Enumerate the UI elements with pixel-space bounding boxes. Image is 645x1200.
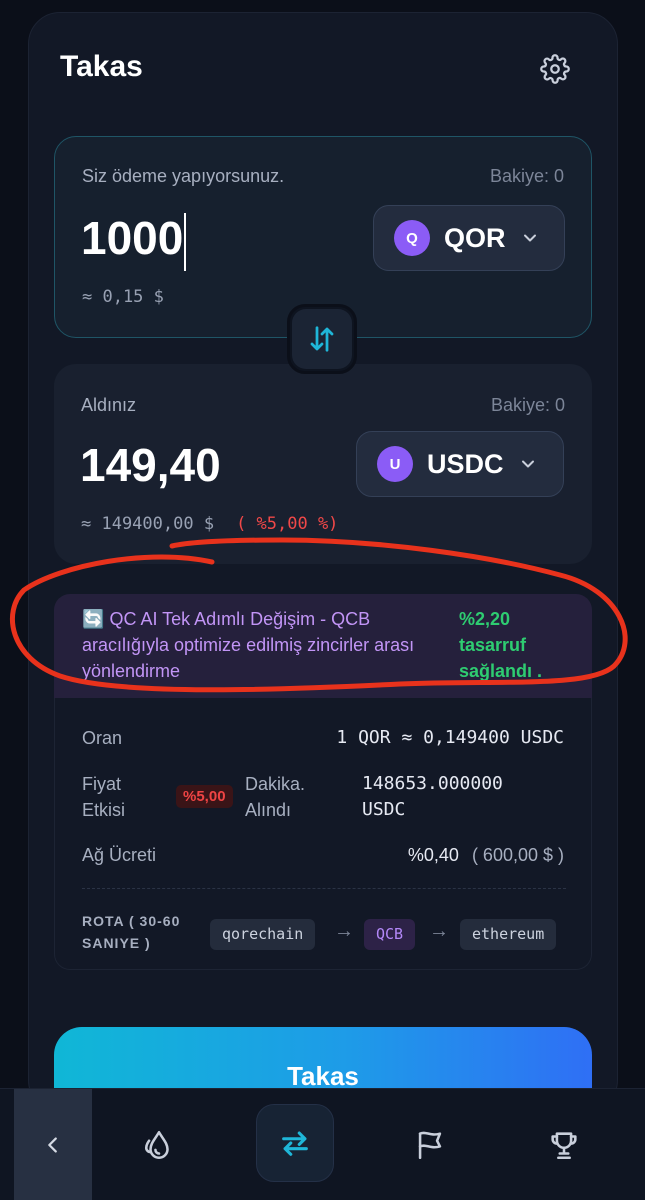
- pay-usd-value: ≈ 0,15 $: [82, 287, 164, 307]
- back-icon: [48, 1137, 57, 1153]
- settings-button[interactable]: [536, 50, 574, 88]
- nav-liquidity[interactable]: [124, 1089, 194, 1200]
- network-fee-label: Ağ Ücreti: [82, 845, 157, 865]
- ai-route-text: QC AI Tek Adımlı Değişim - QCB aracılığı…: [82, 609, 415, 681]
- min-received-label: Dakika. Alındı: [245, 771, 305, 823]
- route-arrow-2: →: [429, 920, 449, 942]
- nav-back-button[interactable]: [14, 1089, 92, 1200]
- details-divider: [82, 888, 566, 889]
- route-label-line2: SANIYE ): [82, 935, 151, 951]
- receive-label: Aldınız: [81, 395, 137, 415]
- usdc-token-icon: U: [377, 446, 413, 482]
- flag-icon: [418, 1131, 442, 1160]
- pay-token-symbol: QOR: [444, 222, 506, 253]
- price-impact-label: Fiyat Etkisi: [82, 771, 125, 823]
- pay-amount-value: 1000: [81, 212, 184, 264]
- text-caret: [184, 212, 187, 271]
- chevron-down-icon: [523, 234, 536, 242]
- network-fee-percent: %0,40: [407, 845, 459, 865]
- swap-vertical-icon: [310, 326, 334, 352]
- route-chip-qorechain: qorechain: [210, 919, 316, 950]
- min-received-value: 148653.000000 USDC: [362, 771, 503, 823]
- switch-tokens-button[interactable]: [287, 304, 357, 374]
- nav-flag[interactable]: [395, 1089, 465, 1200]
- network-fee-value: %0,40 ( 600,00 $ ): [408, 842, 564, 868]
- nav-swap[interactable]: [256, 1104, 334, 1182]
- receive-usd-row: ≈ 149400,00 $ ( %5,00 %): [81, 514, 338, 534]
- route-arrow-1: →: [334, 920, 354, 942]
- nav-trophy[interactable]: [529, 1089, 599, 1200]
- switch-inner: [292, 309, 352, 369]
- min-received-label-line1: Dakika.: [245, 774, 306, 794]
- pay-balance: Bakiye: 0: [489, 166, 564, 186]
- pay-label: Siz ödeme yapıyorsunuz.: [82, 166, 285, 186]
- min-received-label-line2: Alındı: [245, 800, 292, 820]
- price-impact-label-line2: Etkisi: [82, 800, 126, 820]
- receive-impact: ( %5,00 %): [236, 514, 339, 534]
- bottom-nav: [0, 1088, 645, 1200]
- price-impact-badge: %5,00: [176, 785, 233, 808]
- receive-amount: 149,40: [80, 439, 221, 491]
- drop-icon: [144, 1130, 169, 1159]
- min-received-value-line2: USDC: [362, 799, 406, 820]
- pay-amount-input[interactable]: 1000: [81, 211, 187, 271]
- ai-route-text-row: 🔄 QC AI Tek Adımlı Değişim - QCB aracılı…: [82, 606, 457, 684]
- receive-balance: Bakiye: 0: [490, 395, 565, 415]
- gear-icon: [540, 54, 570, 84]
- swap-icon: [282, 1131, 308, 1156]
- receive-token-select[interactable]: U USDC: [356, 431, 564, 497]
- route-chip-qcb: QCB: [364, 919, 416, 950]
- ai-saving-value: %2,20: [459, 609, 511, 629]
- rate-value: 1 QOR ≈ 0,149400 USDC: [336, 727, 564, 748]
- ai-route-banner: 🔄 QC AI Tek Adımlı Değişim - QCB aracılı…: [54, 594, 592, 698]
- receive-card: Aldınız Bakiye: 0 149,40 ≈ 149400,00 $ ( …: [54, 364, 592, 564]
- receive-usd-value: ≈ 149400,00 $: [81, 514, 215, 534]
- refresh-emoji-icon: 🔄: [82, 609, 105, 629]
- pay-token-select[interactable]: Q QOR: [373, 205, 565, 271]
- route-label: ROTA ( 30-60 SANIYE ): [82, 910, 180, 954]
- route-chip-ethereum: ethereum: [460, 919, 557, 950]
- receive-token-symbol: USDC: [427, 448, 504, 479]
- qor-token-icon: Q: [394, 220, 430, 256]
- route-label-line1: ROTA ( 30-60: [82, 913, 181, 929]
- rate-label: Oran: [82, 728, 123, 748]
- chevron-down-icon: [521, 460, 534, 468]
- page-title: Takas: [60, 50, 143, 83]
- network-fee-amount: ( 600,00 $ ): [471, 845, 564, 865]
- ai-saving-text: tasarruf sağlandı .: [459, 635, 543, 681]
- price-impact-label-line1: Fiyat: [82, 774, 122, 794]
- min-received-value-line1: 148653.000000: [362, 773, 503, 794]
- swap-details: Oran 1 QOR ≈ 0,149400 USDC Fiyat Etkisi …: [54, 698, 592, 970]
- trophy-icon: [551, 1132, 577, 1160]
- ai-saving: %2,20 tasarruf sağlandı .: [459, 606, 569, 684]
